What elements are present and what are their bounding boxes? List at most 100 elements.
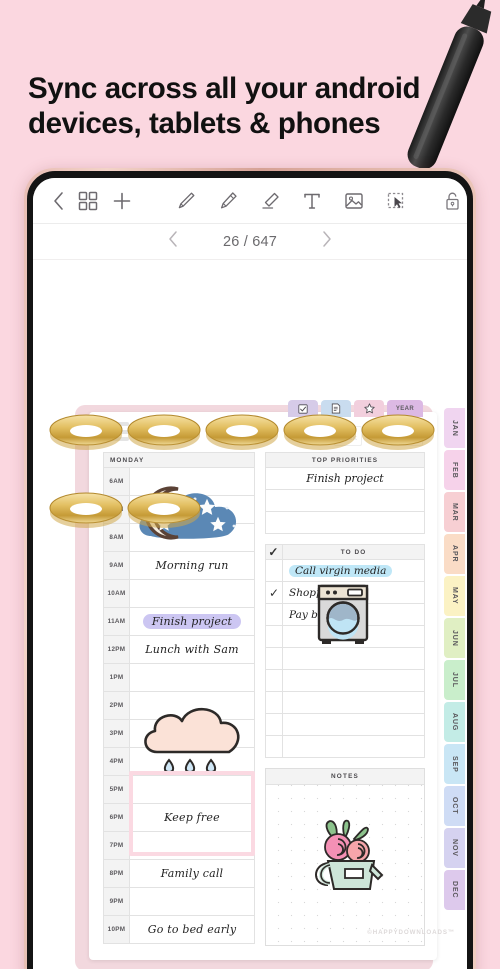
chevron-left-icon	[53, 191, 63, 210]
month-tab-label: OCT	[451, 797, 458, 815]
plus-icon	[113, 192, 131, 209]
schedule-event[interactable]	[129, 663, 255, 692]
todo-checkbox[interactable]	[265, 713, 283, 736]
todo-checkbox[interactable]	[265, 647, 283, 670]
todo-checkbox[interactable]	[265, 669, 283, 692]
select-tool-button[interactable]	[375, 190, 417, 212]
todo-text[interactable]	[282, 669, 425, 692]
thumbnails-button[interactable]	[71, 191, 105, 211]
todo-row[interactable]	[265, 669, 425, 692]
binder-ring	[283, 414, 357, 450]
eraser-tool-icon	[262, 192, 279, 209]
schedule-time: 3PM	[103, 719, 130, 748]
schedule-row[interactable]: 6PM Keep free	[103, 803, 255, 832]
highlighter-tool-icon	[220, 191, 237, 208]
todo-checkbox[interactable]	[265, 735, 283, 758]
notes-section: NOTES	[265, 768, 425, 946]
prev-page-button[interactable]	[167, 230, 179, 253]
todo-table: ✓ TO DO Call virgin media ✓ Shopping Pay bi…	[265, 544, 425, 758]
schedule-time: 9PM	[103, 887, 130, 916]
month-tab-jul[interactable]: JUL	[444, 660, 465, 700]
schedule-row[interactable]: 1PM	[103, 663, 255, 692]
page-title: Sync across all your android devices, ta…	[28, 72, 448, 142]
schedule-row[interactable]: 10PM Go to bed early	[103, 915, 255, 944]
phone-bezel: 26 / 647 JAN FEB MAR APR MAY JUN JUL AUG SEP OCT N…	[27, 171, 473, 969]
month-tab-label: DEC	[451, 881, 458, 899]
text-tool-icon	[304, 193, 320, 209]
text-tool-button[interactable]	[291, 190, 333, 212]
todo-row[interactable]	[265, 735, 425, 758]
schedule-event[interactable]	[129, 579, 255, 608]
add-page-button[interactable]	[105, 191, 139, 211]
binder-ring	[49, 492, 123, 528]
schedule-row[interactable]: 7PM	[103, 831, 255, 860]
lock-button[interactable]	[443, 190, 461, 212]
todo-text[interactable]	[282, 691, 425, 714]
schedule-time: 4PM	[103, 747, 130, 776]
washing-machine-sticker	[317, 584, 369, 644]
schedule-event[interactable]: Lunch with Sam	[129, 635, 255, 664]
lasso-select-tool-icon	[387, 192, 404, 208]
watering-can-flowers-sticker	[315, 819, 384, 890]
schedule-row[interactable]: 11AM Finish project	[103, 607, 255, 636]
headline-line-2: devices, tablets & phones	[28, 106, 381, 140]
schedule-time: 6PM	[103, 803, 130, 832]
todo-row[interactable]	[265, 713, 425, 736]
schedule-time: 11AM	[103, 607, 130, 636]
binder-ring	[127, 414, 201, 450]
todo-highlight: Call virgin media	[289, 564, 393, 577]
schedule-event[interactable]: Finish project	[129, 607, 255, 636]
back-button[interactable]	[45, 191, 71, 211]
eraser-tool-button[interactable]	[249, 190, 291, 212]
schedule-row[interactable]: 9PM	[103, 887, 255, 916]
month-tab-label: AUG	[451, 712, 458, 732]
month-tab-sep[interactable]: SEP	[444, 744, 465, 784]
todo-checkbox[interactable]	[265, 691, 283, 714]
notes-body[interactable]	[266, 785, 424, 945]
rain-cloud-sticker	[144, 707, 240, 774]
schedule-event[interactable]	[129, 831, 255, 860]
month-tab-dec[interactable]: DEC	[444, 870, 465, 910]
highlighter-tool-button[interactable]	[207, 190, 249, 212]
todo-text[interactable]	[282, 735, 425, 758]
schedule-time: 8PM	[103, 859, 130, 888]
page-navigation: 26 / 647	[33, 224, 467, 260]
pen-tool-button[interactable]	[165, 190, 207, 212]
month-tab-aug[interactable]: AUG	[444, 702, 465, 742]
grid-thumbnails-icon	[78, 191, 98, 210]
binder-ring	[205, 414, 279, 450]
todo-checkbox[interactable]: ✓	[265, 581, 283, 604]
month-tab-label: SEP	[451, 755, 458, 773]
month-tab-may[interactable]: MAY	[444, 576, 465, 616]
todo-text[interactable]	[282, 713, 425, 736]
schedule-time: 5PM	[103, 775, 130, 804]
todo-text[interactable]	[282, 647, 425, 670]
binder-ring	[127, 492, 201, 528]
next-page-button[interactable]	[321, 230, 333, 253]
month-tab-oct[interactable]: OCT	[444, 786, 465, 826]
schedule-time: 1PM	[103, 663, 130, 692]
schedule-event[interactable]: Keep free	[129, 803, 255, 832]
page-indicator: 26 / 647	[222, 233, 277, 250]
schedule-row[interactable]: 12PM Lunch with Sam	[103, 635, 255, 664]
schedule-event[interactable]	[129, 887, 255, 916]
todo-row[interactable]	[265, 691, 425, 714]
todo-checkbox[interactable]	[265, 603, 283, 626]
pencil-tool-icon	[178, 192, 195, 208]
schedule-event[interactable]: Go to bed early	[129, 915, 255, 944]
schedule-row[interactable]: 10AM	[103, 579, 255, 608]
notes-header: NOTES	[266, 769, 424, 785]
phone-screen: 26 / 647 JAN FEB MAR APR MAY JUN JUL AUG SEP OCT N…	[33, 178, 467, 969]
headline-line-1: Sync across all your android	[28, 72, 421, 105]
todo-row[interactable]	[265, 647, 425, 670]
schedule-row[interactable]: 8PM Family call	[103, 859, 255, 888]
binder-ring	[361, 414, 435, 450]
schedule-time: 7PM	[103, 831, 130, 860]
month-tab-jun[interactable]: JUN	[444, 618, 465, 658]
schedule-event[interactable]: Family call	[129, 859, 255, 888]
month-tab-label: JUN	[451, 629, 458, 647]
image-tool-button[interactable]	[333, 190, 375, 212]
month-tab-nov[interactable]: NOV	[444, 828, 465, 868]
todo-checkbox[interactable]	[265, 625, 283, 648]
todo-wrapper: ✓ TO DO Call virgin media ✓ Shopping Pay bi…	[265, 544, 425, 758]
